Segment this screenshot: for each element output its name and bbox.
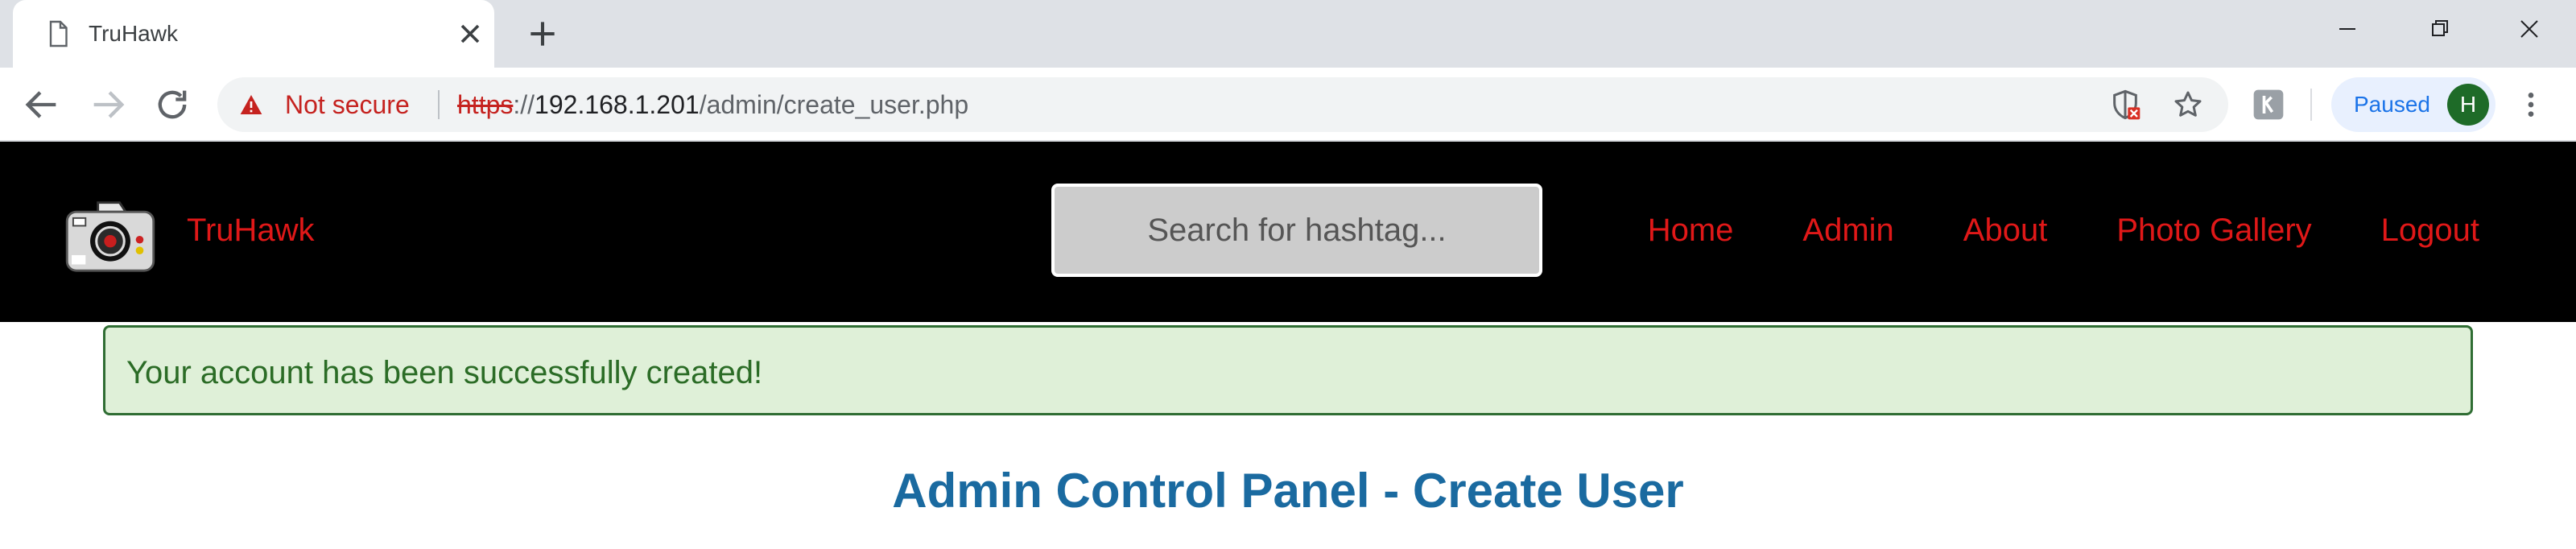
menu-dots-icon[interactable] [2515,89,2547,121]
blocked-shield-icon[interactable] [2109,89,2141,121]
page-title: Admin Control Panel - Create User [892,464,1684,518]
nav-link-logout[interactable]: Logout [2381,209,2479,251]
forward-arrow-icon[interactable] [87,84,129,126]
tab-title: TruHawk [89,21,178,46]
close-tab-icon[interactable] [454,18,486,50]
url-separator: :// [513,90,535,119]
success-alert: Your account has been successfully creat… [103,325,2473,415]
address-bar[interactable]: Not secure https://192.168.1.201/admin/c… [217,77,2228,132]
profile-status-label: Paused [2354,92,2430,117]
hashtag-search [1051,184,1542,277]
site-navbar: TruHawk Home Admin About Photo Gallery L… [0,142,2576,322]
profile-button[interactable]: Paused H [2331,77,2496,132]
url-path: /admin/create_user.php [699,90,969,119]
alert-message: Your account has been successfully creat… [126,355,763,390]
nav-link-admin[interactable]: Admin [1802,209,1893,251]
browser-toolbar: Not secure https://192.168.1.201/admin/c… [0,68,2576,142]
divider [438,90,440,119]
back-arrow-icon[interactable] [21,84,63,126]
warning-triangle-icon[interactable] [238,92,264,118]
nav-link-photo-gallery[interactable]: Photo Gallery [2116,209,2311,251]
avatar: H [2447,84,2489,126]
url-scheme: https [457,90,514,119]
brand-link[interactable]: TruHawk [187,211,315,250]
restore-icon[interactable] [2415,10,2463,48]
extension-icon[interactable] [2251,87,2286,122]
page-icon [49,20,68,47]
url-text[interactable]: https://192.168.1.201/admin/create_user.… [457,90,968,119]
camera-logo-icon[interactable] [63,196,158,274]
security-label[interactable]: Not secure [285,90,410,119]
url-host: 192.168.1.201 [535,90,700,119]
divider [2310,89,2312,121]
window-close-icon[interactable] [2505,10,2553,48]
new-tab-icon[interactable] [525,16,560,52]
tab-strip: TruHawk [0,0,2576,68]
reload-icon[interactable] [151,84,193,126]
search-input[interactable] [1055,187,1539,274]
minimize-icon[interactable] [2323,10,2372,48]
browser-tab[interactable]: TruHawk [13,0,494,68]
bookmark-star-icon[interactable] [2172,89,2204,121]
nav-link-home[interactable]: Home [1648,209,1734,251]
nav-link-about[interactable]: About [1963,209,2048,251]
main-nav: Home Admin About Photo Gallery Logout [1648,209,2479,251]
